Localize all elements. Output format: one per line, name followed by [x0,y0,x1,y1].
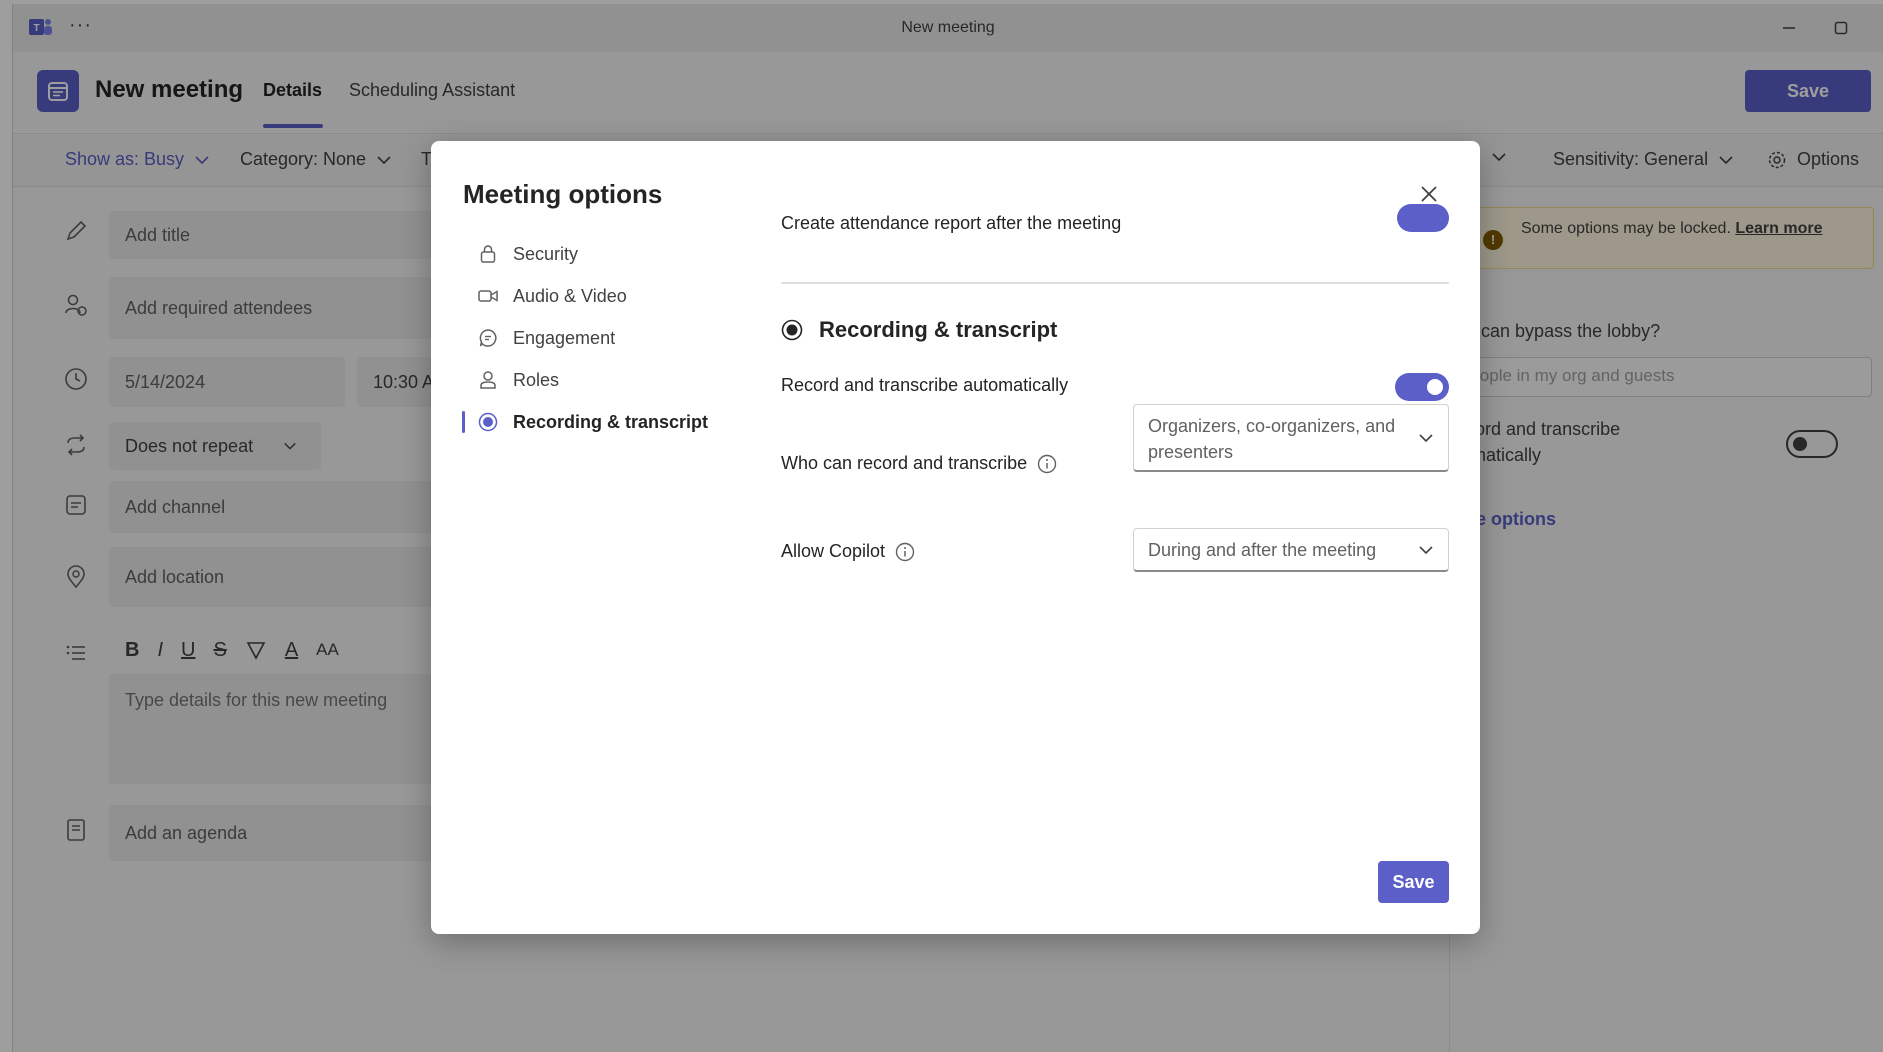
dialog-content: Create attendance report after the meeti… [781,204,1449,843]
chevron-down-icon [1419,433,1433,442]
section-divider [781,282,1449,284]
record-auto-toggle[interactable] [1395,373,1449,401]
who-can-record-dropdown[interactable]: Organizers, co-organizers, and presenter… [1133,404,1449,472]
meeting-options-dialog: Meeting options Security Audio & Video E… [431,141,1480,934]
section-heading: Recording & transcript [781,317,1057,343]
dialog-title: Meeting options [463,179,663,209]
who-can-record-label: Who can record and transcribe [781,453,1028,473]
nav-item-engagement[interactable]: Engagement [477,321,615,355]
chat-icon [477,327,499,349]
attendance-report-label: Create attendance report after the meeti… [781,213,1122,233]
record-icon [781,319,803,341]
allow-copilot-row: Allow Copilot [781,541,915,562]
nav-item-audio-video[interactable]: Audio & Video [477,279,627,313]
nav-active-indicator [462,411,465,433]
attendance-report-row: Create attendance report after the meeti… [781,201,1449,245]
nav-item-recording-transcript[interactable]: Recording & transcript [477,405,708,439]
nav-label: Engagement [513,327,616,348]
nav-label: Audio & Video [513,285,627,306]
dialog-save-button[interactable]: Save [1378,861,1449,903]
chevron-down-icon [1419,545,1433,554]
record-icon [477,411,499,433]
nav-label: Roles [513,369,560,390]
allow-copilot-value: During and after the meeting [1148,540,1377,560]
info-icon[interactable] [895,542,915,562]
person-icon [477,369,499,391]
lock-icon [477,243,499,265]
allow-copilot-label: Allow Copilot [781,541,886,561]
who-can-record-row: Who can record and transcribe [781,453,1057,474]
nav-item-security[interactable]: Security [477,237,578,271]
nav-label: Security [513,243,579,264]
video-icon [477,285,499,307]
who-can-record-value: Organizers, co-organizers, and presenter… [1148,416,1396,462]
attendance-report-toggle[interactable] [1397,204,1449,232]
section-title: Recording & transcript [819,317,1058,342]
info-icon[interactable] [1037,454,1057,474]
nav-item-roles[interactable]: Roles [477,363,559,397]
allow-copilot-dropdown[interactable]: During and after the meeting [1133,528,1449,572]
record-auto-label: Record and transcribe automatically [781,375,1069,395]
nav-label: Recording & transcript [513,411,709,432]
